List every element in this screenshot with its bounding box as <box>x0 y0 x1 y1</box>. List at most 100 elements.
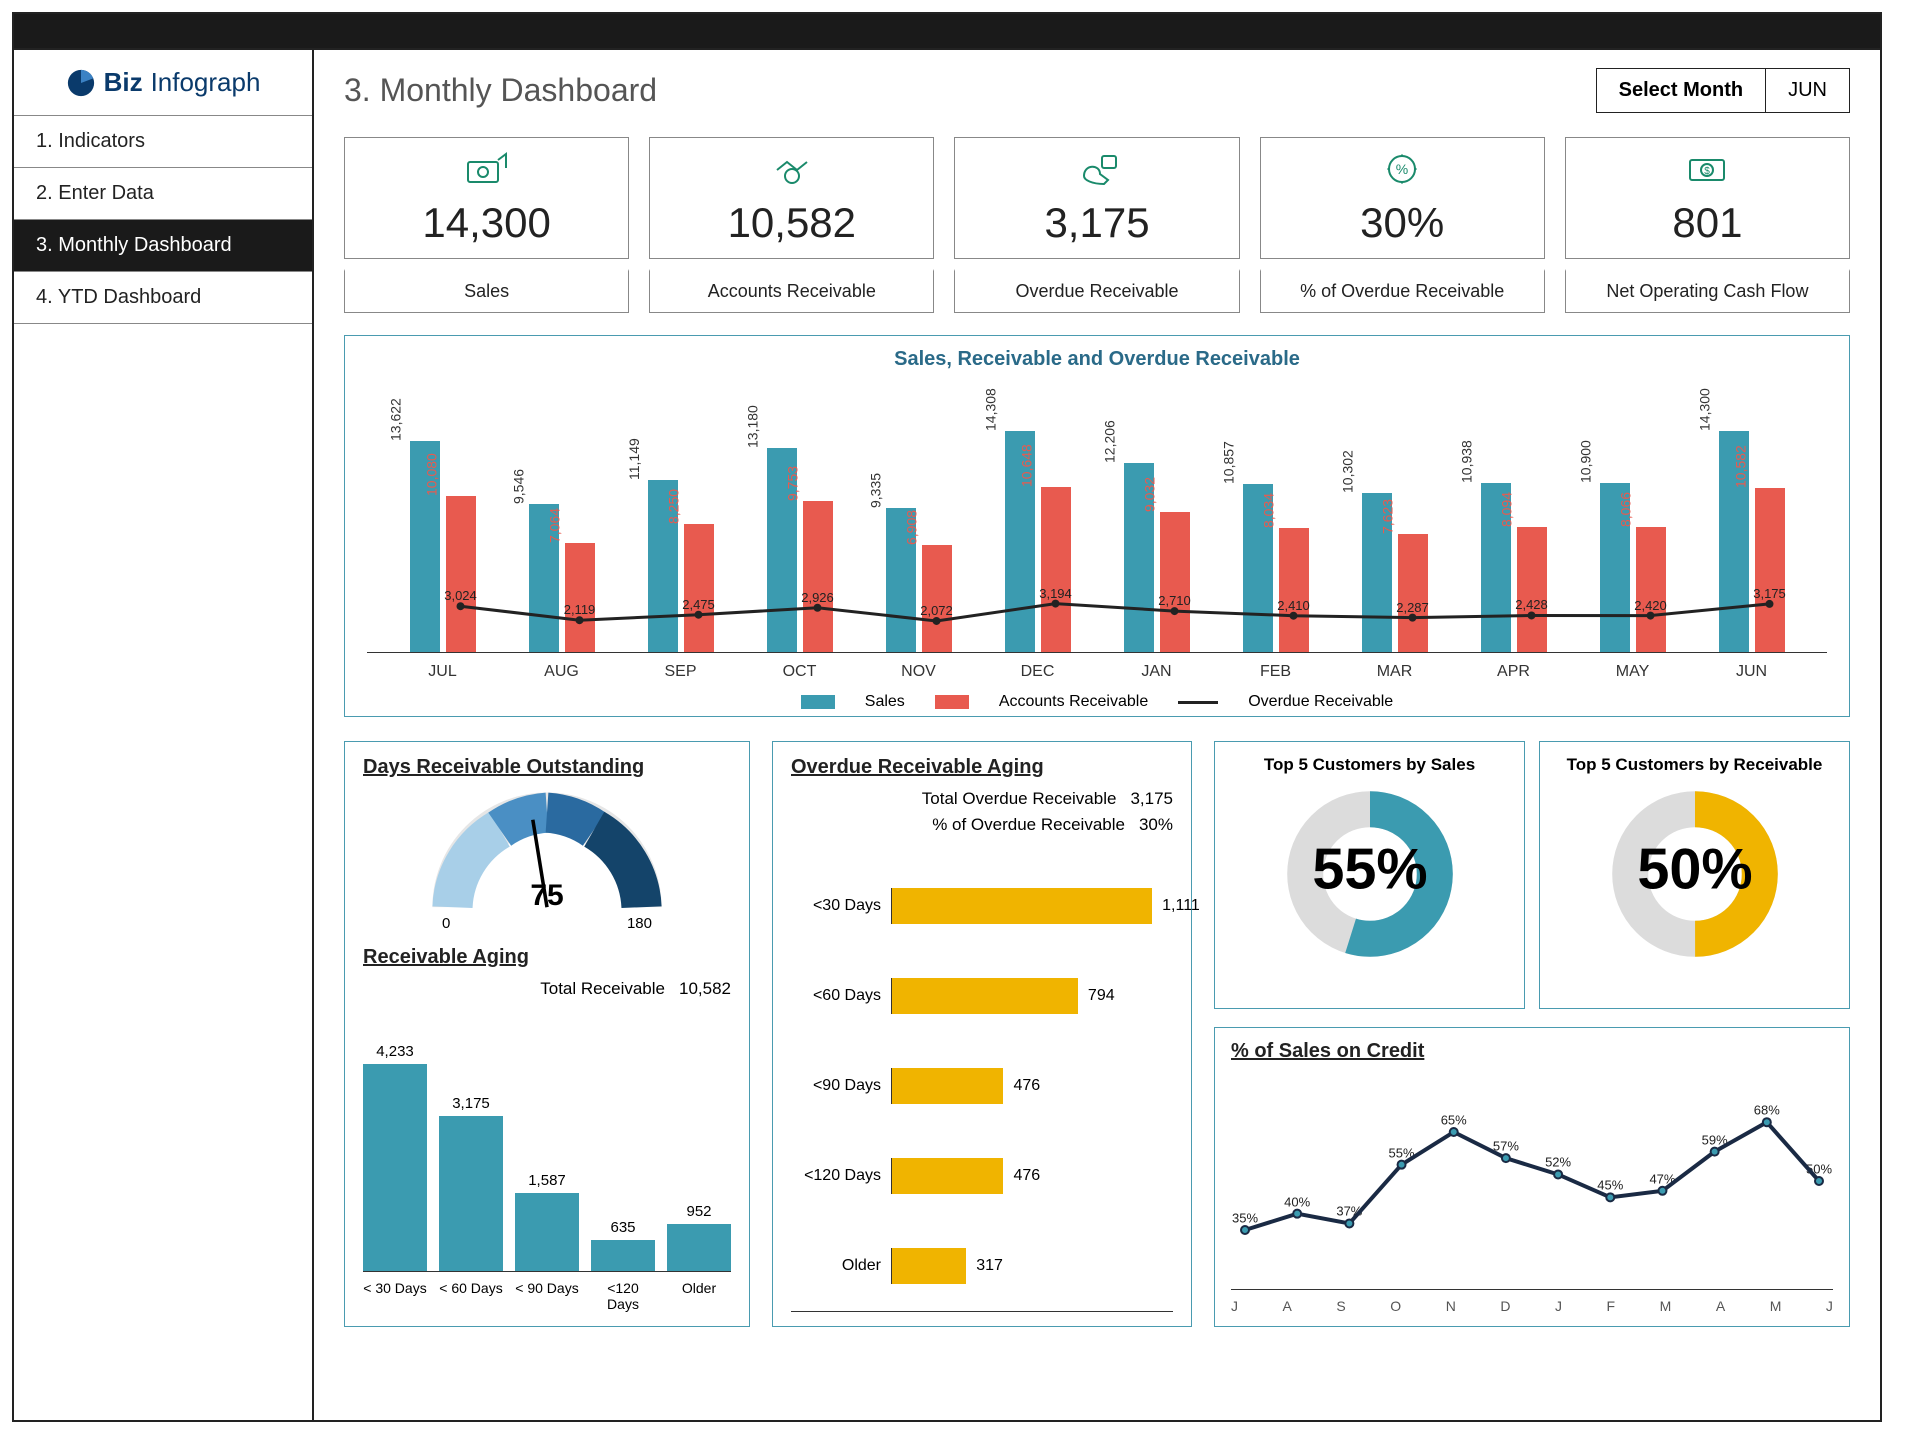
donut-title: Top 5 Customers by Receivable <box>1567 754 1823 776</box>
category-label: JAN <box>1111 663 1202 681</box>
legend-label: Accounts Receivable <box>999 693 1148 711</box>
category-label: SEP <box>635 663 726 681</box>
section-title: Receivable Aging <box>363 946 731 969</box>
bar-receivable: 7,064 <box>565 543 595 652</box>
total-receivable-value: 10,582 <box>679 979 731 999</box>
month-selector[interactable]: Select Month JUN <box>1596 68 1850 113</box>
sidebar-item-3[interactable]: 4. YTD Dashboard <box>14 272 312 324</box>
sidebar: Biz Infograph 1. Indicators2. Enter Data… <box>14 50 314 1420</box>
top5-receivable-card: Top 5 Customers by Receivable 50% <box>1539 741 1850 1009</box>
kpi-card-1: 10,582 <box>649 137 934 259</box>
section-title: Days Receivable Outstanding <box>363 756 731 779</box>
hbar: 476 <box>892 1158 1003 1194</box>
legend-label: Sales <box>865 693 905 711</box>
legend-swatch-overdue <box>1178 701 1218 704</box>
sidebar-item-0[interactable]: 1. Indicators <box>14 116 312 168</box>
kv-label: Total Overdue Receivable <box>922 789 1117 809</box>
legend-swatch-receivable <box>935 695 969 709</box>
donut-sales: 55% <box>1280 784 1460 964</box>
bar-receivable: 8,066 <box>1636 527 1666 652</box>
aging-bar <box>591 1240 655 1271</box>
category-label: J <box>1826 1298 1833 1314</box>
category-label: D <box>1500 1298 1510 1314</box>
overdue-point-label: 2,410 <box>1277 598 1310 613</box>
overdue-point-label: 3,194 <box>1039 586 1072 601</box>
kv-label: % of Overdue Receivable <box>932 815 1125 835</box>
gauge-max: 180 <box>627 915 652 932</box>
sidebar-item-1[interactable]: 2. Enter Data <box>14 168 312 220</box>
month-selector-value[interactable]: JUN <box>1766 69 1849 112</box>
bar-receivable: 10,582 <box>1755 488 1785 652</box>
kpi-value: 30% <box>1360 199 1444 247</box>
category-label: M <box>1770 1298 1782 1314</box>
brand-logo: Biz Infograph <box>14 50 312 116</box>
svg-text:50%: 50% <box>1637 837 1752 901</box>
overdue-point-label: 2,119 <box>564 602 596 617</box>
bar-receivable: 8,250 <box>684 524 714 652</box>
category-label: S <box>1336 1298 1345 1314</box>
hbar-value: 317 <box>976 1257 1003 1275</box>
bar-receivable: 7,623 <box>1398 534 1428 652</box>
hbar-label: <30 Days <box>791 897 881 915</box>
svg-text:$: $ <box>1705 166 1711 177</box>
kpi-label: Net Operating Cash Flow <box>1565 269 1850 313</box>
sidebar-item-2[interactable]: 3. Monthly Dashboard <box>14 220 312 272</box>
kpi-icon <box>767 150 817 193</box>
hbar: 317 <box>892 1248 966 1284</box>
bar-receivable: 10,080 <box>446 496 476 652</box>
overdue-point-label: 2,926 <box>801 590 834 605</box>
bar-value: 1,587 <box>528 1172 566 1189</box>
aging-bar <box>667 1224 731 1271</box>
hbar-label: <60 Days <box>791 987 881 1005</box>
kpi-card-2: 3,175 <box>954 137 1239 259</box>
aging-bar <box>439 1116 503 1271</box>
hbar-label: <90 Days <box>791 1077 881 1095</box>
legend-label: Overdue Receivable <box>1248 693 1393 711</box>
overdue-point-label: 2,072 <box>920 603 953 618</box>
kpi-value: 3,175 <box>1044 199 1149 247</box>
hbar: 476 <box>892 1068 1003 1104</box>
svg-text:%: % <box>1396 161 1408 177</box>
brand-name-a: Biz <box>104 67 143 98</box>
kpi-label: Sales <box>344 269 629 313</box>
gauge-value: 75 <box>530 879 563 913</box>
category-label: O <box>1390 1298 1401 1314</box>
category-label: OCT <box>754 663 845 681</box>
category-label: AUG <box>516 663 607 681</box>
overdue-point-label: 2,420 <box>1634 598 1667 613</box>
overdue-point-label: 2,287 <box>1396 600 1429 615</box>
hbar-label: <120 Days <box>791 1167 881 1185</box>
chart-title: Sales, Receivable and Overdue Receivable <box>367 348 1827 371</box>
receivable-aging-panel: Days Receivable Outstanding 75 <box>344 741 750 1327</box>
kv-value: 3,175 <box>1130 789 1173 809</box>
month-selector-label: Select Month <box>1597 69 1766 112</box>
category-label: <120 Days <box>591 1280 655 1312</box>
main-content: 3. Monthly Dashboard Select Month JUN 14… <box>314 50 1880 1420</box>
top5-sales-card: Top 5 Customers by Sales 55% <box>1214 741 1525 1009</box>
category-label: A <box>1283 1298 1292 1314</box>
category-label: DEC <box>992 663 1083 681</box>
kpi-icon <box>462 150 512 193</box>
category-label: < 90 Days <box>515 1280 579 1312</box>
hbar-label: Older <box>791 1257 881 1275</box>
category-label: M <box>1660 1298 1672 1314</box>
kpi-card-3: % 30% <box>1260 137 1545 259</box>
section-title: % of Sales on Credit <box>1231 1040 1833 1063</box>
category-label: < 60 Days <box>439 1280 503 1312</box>
kpi-icon <box>1072 150 1122 193</box>
hbar-value: 794 <box>1088 987 1115 1005</box>
kv-value: 30% <box>1139 815 1173 835</box>
kpi-label: Overdue Receivable <box>954 269 1239 313</box>
category-label: N <box>1446 1298 1456 1314</box>
kpi-icon: $ <box>1682 150 1732 193</box>
category-label: JUL <box>397 663 488 681</box>
dro-gauge: 75 0 180 <box>363 789 731 932</box>
hbar-value: 476 <box>1013 1077 1040 1095</box>
kpi-value: 14,300 <box>422 199 550 247</box>
credit-pct-panel: % of Sales on Credit 35%40%37%55%65%57%5… <box>1214 1027 1850 1327</box>
bar-receivable: 9,753 <box>803 501 833 652</box>
section-title: Overdue Receivable Aging <box>791 756 1173 779</box>
category-label: J <box>1231 1298 1238 1314</box>
svg-text:55%: 55% <box>1312 837 1427 901</box>
bar-receivable: 8,094 <box>1517 527 1547 652</box>
